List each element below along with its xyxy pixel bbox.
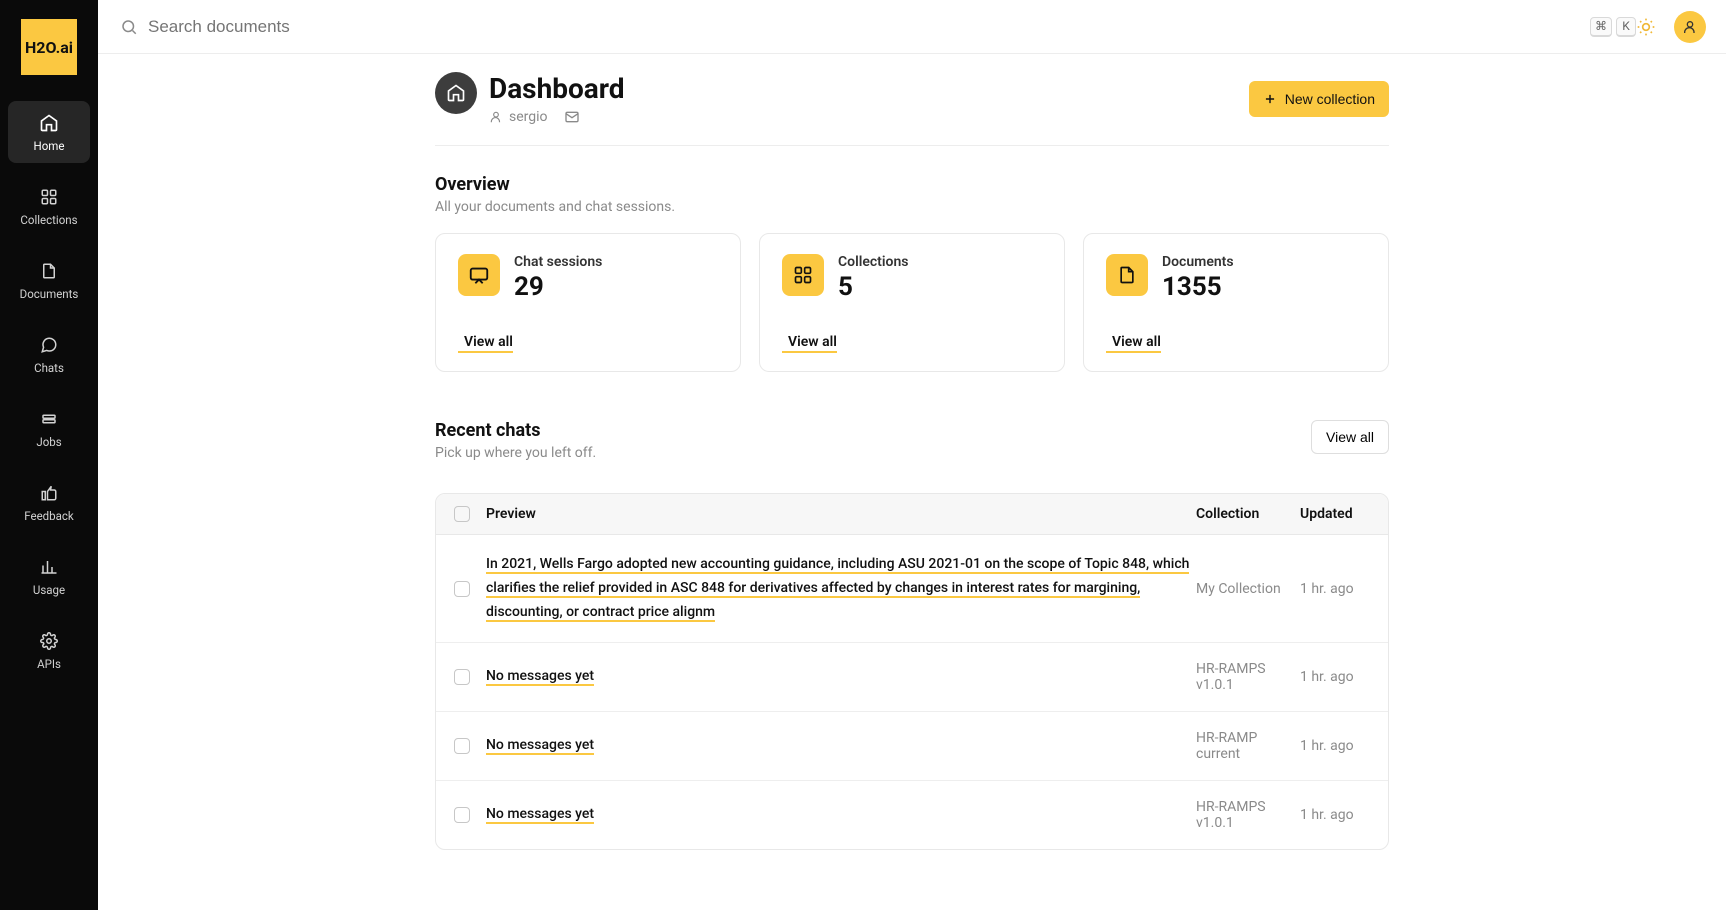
table-row: In 2021, Wells Fargo adopted new account… [436, 535, 1388, 643]
card-label: Documents [1162, 254, 1234, 270]
page-title: Dashboard [489, 72, 625, 105]
plus-icon [1263, 92, 1277, 106]
page-home-icon [435, 72, 477, 114]
nav-label: Jobs [36, 435, 61, 449]
grid-icon [39, 187, 59, 207]
nav-label: Feedback [24, 509, 73, 523]
table-row: No messages yet HR-RAMPS v1.0.1 1 hr. ag… [436, 781, 1388, 849]
chat-preview-link[interactable]: No messages yet [486, 668, 594, 686]
view-all-documents-link[interactable]: View all [1106, 334, 1161, 353]
nav-label: Collections [20, 213, 77, 227]
overview-cards: Chat sessions 29 View all Collections 5 [435, 233, 1389, 372]
username-text: sergio [509, 109, 548, 125]
page-user: sergio [489, 109, 548, 125]
col-preview-header: Preview [486, 506, 1196, 522]
card-collections: Collections 5 View all [759, 233, 1065, 372]
jobs-icon [39, 409, 59, 429]
overview-subheading: All your documents and chat sessions. [435, 199, 1389, 215]
row-updated: 1 hr. ago [1300, 807, 1370, 823]
search-icon [120, 18, 138, 36]
overview-heading: Overview [435, 174, 1389, 195]
select-all-checkbox[interactable] [454, 506, 470, 522]
top-actions [1636, 11, 1706, 43]
chat-preview-link[interactable]: No messages yet [486, 806, 594, 824]
document-icon [39, 261, 59, 281]
nav-chats[interactable]: Chats [8, 323, 90, 385]
search-input[interactable] [148, 17, 1584, 37]
nav-home[interactable]: Home [8, 101, 90, 163]
table-row: No messages yet HR-RAMP current 1 hr. ag… [436, 712, 1388, 781]
nav-jobs[interactable]: Jobs [8, 397, 90, 459]
chat-sessions-icon [458, 254, 500, 296]
main-area: ⌘ K Dashboard [98, 0, 1726, 910]
new-collection-button[interactable]: New collection [1249, 81, 1389, 117]
view-all-collections-link[interactable]: View all [782, 334, 837, 353]
nav-label: Chats [34, 361, 64, 375]
card-documents: Documents 1355 View all [1083, 233, 1389, 372]
nav-label: Home [34, 139, 65, 153]
row-checkbox[interactable] [454, 807, 470, 823]
card-value: 1355 [1162, 272, 1234, 302]
table-header: Preview Collection Updated [436, 494, 1388, 535]
row-checkbox[interactable] [454, 581, 470, 597]
row-updated: 1 hr. ago [1300, 738, 1370, 754]
recent-heading: Recent chats [435, 420, 596, 441]
brand-logo[interactable]: H2O.ai [21, 19, 77, 75]
row-collection: HR-RAMP current [1196, 730, 1300, 762]
row-updated: 1 hr. ago [1300, 581, 1370, 597]
card-label: Chat sessions [514, 254, 602, 270]
card-value: 5 [838, 272, 908, 302]
nav-label: APIs [37, 657, 61, 671]
nav-feedback[interactable]: Feedback [8, 471, 90, 533]
card-chat-sessions: Chat sessions 29 View all [435, 233, 741, 372]
row-updated: 1 hr. ago [1300, 669, 1370, 685]
content: Dashboard sergio [98, 54, 1726, 890]
search-wrap: ⌘ K [120, 17, 1636, 37]
card-value: 29 [514, 272, 602, 302]
kbd-shortcut: ⌘ K [1590, 17, 1636, 37]
nav-apis[interactable]: APIs [8, 619, 90, 681]
page-meta: sergio [489, 109, 625, 125]
theme-toggle-icon[interactable] [1636, 17, 1656, 37]
recent-view-all-button[interactable]: View all [1311, 420, 1389, 454]
new-collection-label: New collection [1285, 91, 1375, 107]
card-label: Collections [838, 254, 908, 270]
table-row: No messages yet HR-RAMPS v1.0.1 1 hr. ag… [436, 643, 1388, 712]
home-icon [39, 113, 59, 133]
page-header: Dashboard sergio [435, 72, 1389, 146]
col-collection-header: Collection [1196, 506, 1300, 522]
topbar: ⌘ K [98, 0, 1726, 54]
col-updated-header: Updated [1300, 506, 1370, 522]
kbd-k: K [1616, 17, 1636, 37]
mail-icon[interactable] [564, 109, 580, 125]
nav-collections[interactable]: Collections [8, 175, 90, 237]
nav-label: Documents [20, 287, 79, 301]
sidebar: H2O.ai Home Collections Documents Chats … [0, 0, 98, 910]
thumbs-up-icon [39, 483, 59, 503]
chart-icon [39, 557, 59, 577]
view-all-chats-link[interactable]: View all [458, 334, 513, 353]
chat-icon [39, 335, 59, 355]
nav-usage[interactable]: Usage [8, 545, 90, 607]
recent-subheading: Pick up where you left off. [435, 445, 596, 461]
documents-icon [1106, 254, 1148, 296]
recent-header: Recent chats Pick up where you left off.… [435, 420, 1389, 479]
user-avatar[interactable] [1674, 11, 1706, 43]
nav-documents[interactable]: Documents [8, 249, 90, 311]
nav-label: Usage [33, 583, 65, 597]
row-collection: HR-RAMPS v1.0.1 [1196, 799, 1300, 831]
row-collection: HR-RAMPS v1.0.1 [1196, 661, 1300, 693]
collections-icon [782, 254, 824, 296]
recent-chats-table: Preview Collection Updated In 2021, Well… [435, 493, 1389, 850]
chat-preview-link[interactable]: No messages yet [486, 737, 594, 755]
gear-icon [39, 631, 59, 651]
kbd-cmd: ⌘ [1590, 17, 1612, 37]
chat-preview-link[interactable]: In 2021, Wells Fargo adopted new account… [486, 556, 1189, 622]
row-checkbox[interactable] [454, 669, 470, 685]
row-collection: My Collection [1196, 581, 1300, 597]
row-checkbox[interactable] [454, 738, 470, 754]
